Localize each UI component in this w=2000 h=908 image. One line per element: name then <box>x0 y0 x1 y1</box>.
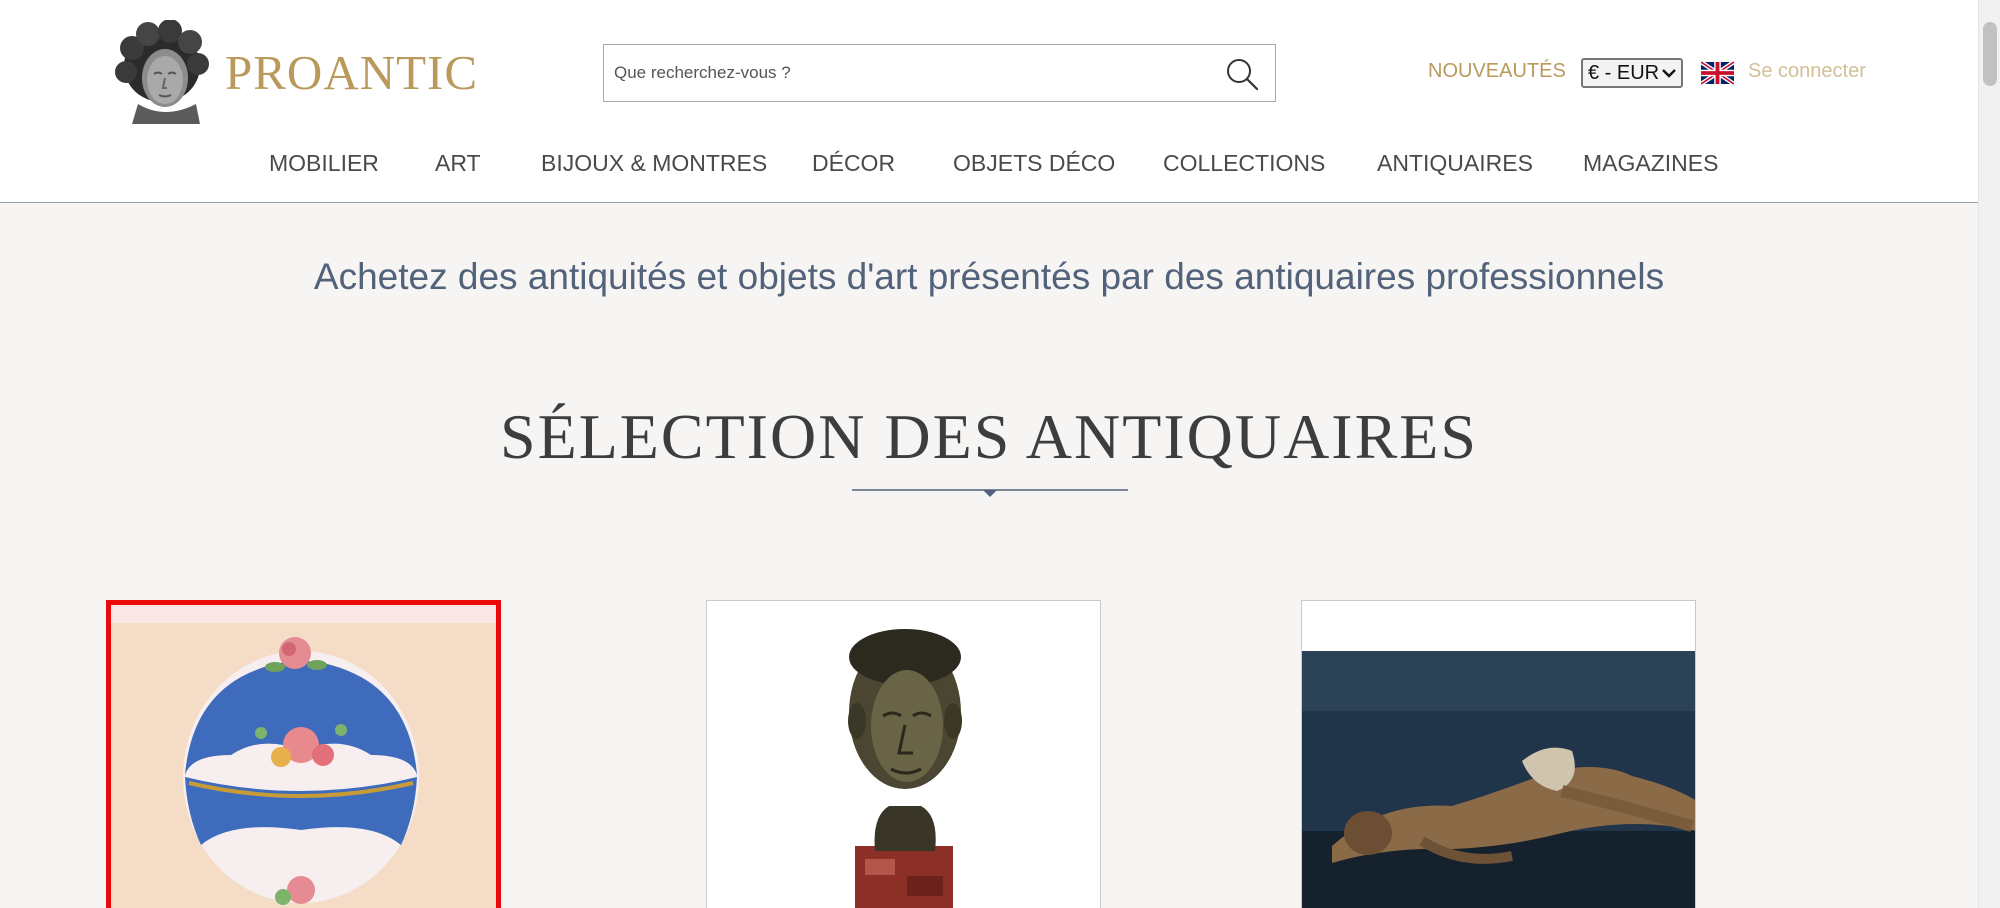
site-header: PROANTIC NOUVEAUTÉS € - EUR Se connecter… <box>0 0 1980 203</box>
nav-item-decor[interactable]: DÉCOR <box>812 150 895 177</box>
product-image-bronze-bust <box>707 601 1100 908</box>
nav-item-magazines[interactable]: MAGAZINES <box>1583 150 1718 177</box>
section-title: SÉLECTION DES ANTIQUAIRES <box>500 401 1478 472</box>
product-image-painting <box>1302 601 1695 908</box>
nav-item-art[interactable]: ART <box>435 150 481 177</box>
currency-select[interactable]: € - EUR <box>1581 58 1683 88</box>
product-card-painting[interactable] <box>1301 600 1696 908</box>
page-tagline: Achetez des antiquités et objets d'art p… <box>313 256 1665 297</box>
new-arrivals-link[interactable]: NOUVEAUTÉS <box>1428 60 1566 83</box>
nav-item-antiquaires[interactable]: ANTIQUAIRES <box>1377 150 1533 177</box>
brand-logo-text[interactable]: PROANTIC <box>225 44 478 101</box>
nav-item-objets-deco[interactable]: OBJETS DÉCO <box>953 150 1115 177</box>
search-input[interactable] <box>614 45 1204 101</box>
login-link[interactable]: Se connecter <box>1748 60 1866 83</box>
main-nav: MOBILIER ART BIJOUX & MONTRES DÉCOR OBJE… <box>0 150 1980 180</box>
title-divider <box>852 489 1128 497</box>
search-icon[interactable] <box>1225 57 1259 91</box>
currency-value: € - EUR <box>1588 62 1660 84</box>
chevron-down-icon <box>1662 69 1676 78</box>
product-card-porcelain-box[interactable] <box>106 600 501 908</box>
bust-logo-icon[interactable] <box>110 20 210 125</box>
page-scrollbar[interactable] <box>1978 0 2000 908</box>
nav-item-bijoux-montres[interactable]: BIJOUX & MONTRES <box>541 150 767 177</box>
nav-item-mobilier[interactable]: MOBILIER <box>269 150 379 177</box>
scrollbar-thumb[interactable] <box>1983 22 1997 86</box>
search-bar <box>603 44 1276 102</box>
nav-item-collections[interactable]: COLLECTIONS <box>1163 150 1325 177</box>
product-image-porcelain-box <box>111 605 496 908</box>
product-card-bronze-bust[interactable] <box>706 600 1101 908</box>
uk-flag-icon[interactable] <box>1701 61 1734 85</box>
